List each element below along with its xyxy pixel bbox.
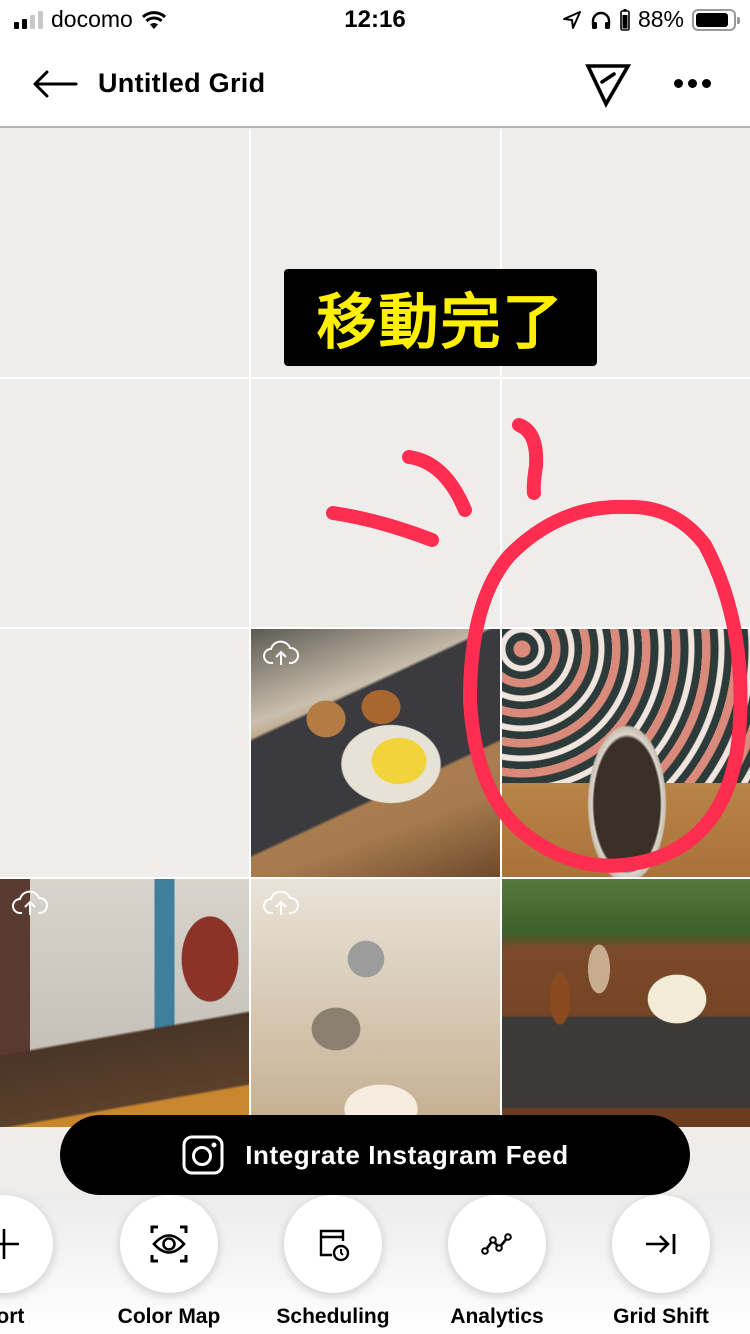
grid-cell-empty[interactable] <box>0 129 249 377</box>
tool-color-map[interactable]: Color Map <box>109 1195 229 1329</box>
battery-percent: 88% <box>637 6 684 32</box>
tool-scheduling[interactable]: Scheduling <box>273 1195 393 1329</box>
grid-cell-empty[interactable] <box>502 379 750 627</box>
battery-icon <box>692 8 740 31</box>
grid-cell-empty[interactable] <box>0 379 249 627</box>
grid-photo-vintage-room[interactable] <box>0 879 249 1127</box>
grid-photo-archway[interactable] <box>502 629 750 877</box>
move-complete-text: 移動完了 <box>316 288 565 358</box>
line-chart-icon <box>481 1233 512 1255</box>
paper-plane-icon[interactable] <box>584 60 632 108</box>
tool-label: Scheduling <box>276 1305 390 1328</box>
integrate-instagram-button[interactable]: Integrate Instagram Feed <box>60 1115 690 1195</box>
grid-photo-cake-tray[interactable] <box>502 879 750 1127</box>
arrow-right-to-bar-icon <box>646 1234 676 1254</box>
location-icon <box>562 10 581 29</box>
headphones-icon <box>591 11 611 29</box>
plus-icon <box>0 1229 19 1259</box>
cloud-upload-icon <box>263 640 299 665</box>
cloud-upload-icon <box>263 890 299 915</box>
status-right: 88% <box>562 6 740 33</box>
calendar-clock-icon <box>319 1229 350 1262</box>
tool-label: port <box>0 1305 25 1328</box>
bottom-toolbar: port Color Map Scheduling <box>0 1195 750 1334</box>
move-complete-banner: 移動完了 <box>284 269 597 366</box>
tool-label: Color Map <box>117 1305 221 1328</box>
tool-analytics[interactable]: Analytics <box>437 1195 557 1329</box>
grid-cell-empty[interactable] <box>251 379 500 627</box>
small-battery-icon <box>620 8 630 31</box>
integrate-instagram-label: Integrate Instagram Feed <box>245 1139 569 1170</box>
status-bar: docomo 12:16 88% <box>0 0 750 42</box>
instagram-icon <box>182 1135 224 1175</box>
cloud-upload-icon <box>12 890 48 915</box>
tool-label: Analytics <box>450 1305 544 1328</box>
top-nav-bar: Untitled Grid <box>0 42 750 128</box>
more-options-icon[interactable] <box>674 70 714 96</box>
tool-grid-shift[interactable]: Grid Shift <box>601 1195 721 1329</box>
grid-photo-cafe-tray[interactable] <box>251 629 500 877</box>
tool-import[interactable]: port <box>0 1195 64 1329</box>
back-arrow-icon[interactable] <box>30 66 80 102</box>
page-title: Untitled Grid <box>98 68 266 98</box>
tool-label: Grid Shift <box>613 1305 709 1328</box>
eye-scan-icon <box>150 1225 188 1263</box>
grid-cell-empty[interactable] <box>0 629 249 877</box>
grid-photo-hanging-ornaments[interactable] <box>251 879 500 1127</box>
